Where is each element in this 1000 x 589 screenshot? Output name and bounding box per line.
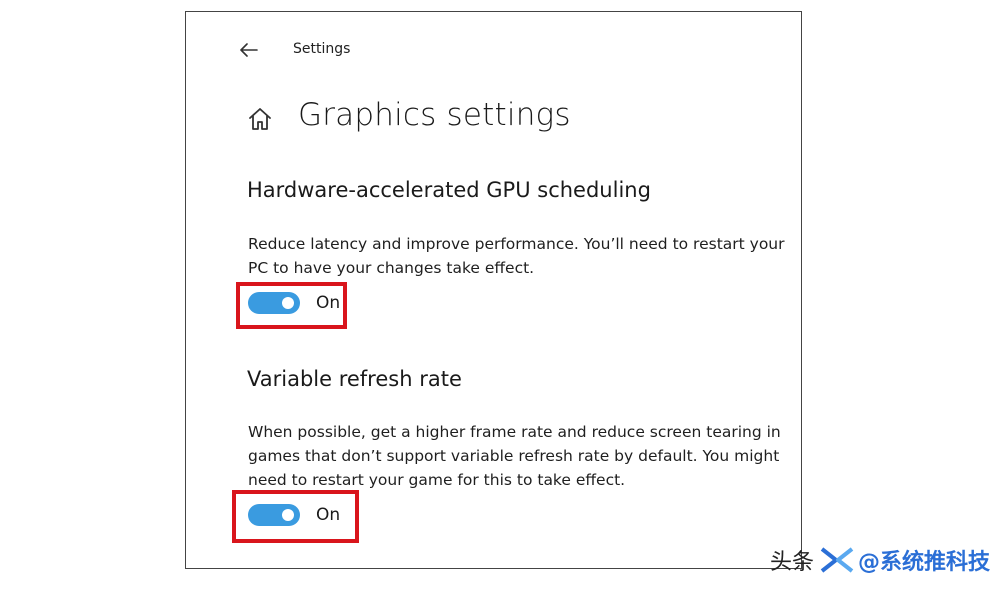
window-title: Settings [293,41,351,57]
variable-refresh-description: When possible, get a higher frame rate a… [248,423,781,489]
gpu-scheduling-toggle[interactable] [248,292,300,314]
variable-refresh-toggle[interactable] [248,504,300,526]
gpu-scheduling-toggle-label: On [316,293,341,313]
toggle-knob [282,509,294,521]
watermark-brand: @系统推科技 [858,550,991,575]
watermark: 头条 @系统推科技 [770,544,990,576]
variable-refresh-toggle-label: On [316,505,341,525]
page: Settings Graphics settings Hardware-acce… [0,0,1000,589]
back-arrow-icon [240,43,258,57]
page-title: Graphics settings [298,97,571,133]
gpu-scheduling-description: Reduce latency and improve performance. … [248,235,785,277]
variable-refresh-heading: Variable refresh rate [247,367,462,391]
variable-refresh-toggle-row: On [248,504,340,526]
home-icon [249,108,271,130]
watermark-prefix: 头条 [770,550,815,575]
gpu-scheduling-toggle-row: On [248,292,340,314]
back-button[interactable] [236,37,262,63]
watermark-logo-icon [820,547,854,573]
toggle-knob [282,297,294,309]
gpu-scheduling-heading: Hardware-accelerated GPU scheduling [247,178,651,202]
